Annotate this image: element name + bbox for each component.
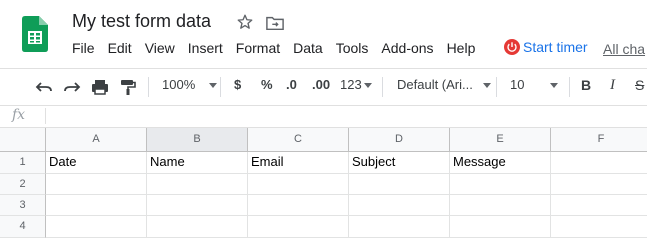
cell-d4[interactable] [349,216,450,238]
column-header-c[interactable]: C [248,128,349,152]
menu-edit[interactable]: Edit [108,40,132,60]
more-formats-label: 123 [340,77,362,92]
move-to-folder-icon[interactable] [266,15,284,31]
formula-bar-divider [45,108,46,124]
paint-format-icon[interactable] [118,77,138,97]
cell-e4[interactable] [450,216,551,238]
cell-f3[interactable] [551,195,647,216]
cell-a2[interactable] [46,174,147,195]
cell-b4[interactable] [147,216,248,238]
redo-icon[interactable] [62,77,82,97]
cell-e3[interactable] [450,195,551,216]
cell-d1[interactable]: Subject [349,152,450,174]
cell-a1[interactable]: Date [46,152,147,174]
increase-decimal-button[interactable]: .00 [312,77,330,92]
chevron-down-icon [550,83,559,89]
cell-a3[interactable] [46,195,147,216]
zoom-value: 100% [162,77,196,92]
print-icon[interactable] [90,77,110,97]
formula-bar: fx [0,105,647,128]
cell-c4[interactable] [248,216,349,238]
menu-format[interactable]: Format [236,40,280,60]
decrease-decimal-label: .0 [286,77,297,92]
sheets-logo-icon[interactable] [22,16,48,52]
start-timer-label: Start timer [523,39,588,55]
column-header-f[interactable]: F [551,128,647,152]
increase-decimal-label: .00 [312,77,331,92]
all-changes-saved-link[interactable]: All cha [603,41,645,57]
toolbar-divider [496,77,497,97]
menu-file[interactable]: File [72,40,95,60]
column-header-a[interactable]: A [46,128,147,152]
chevron-down-icon [363,83,372,89]
menu-bar: File Edit View Insert Format Data Tools … [72,40,488,60]
row-header-4[interactable]: 4 [0,216,46,238]
italic-button[interactable]: I [610,77,615,94]
currency-format-button[interactable]: $ [234,77,241,92]
cell-e2[interactable] [450,174,551,195]
font-family-select[interactable]: Default (Ari... [397,77,491,92]
font-family-value: Default (Ari... [397,77,473,92]
toolbar-divider [148,77,149,97]
chevron-down-icon [482,83,491,89]
cell-c1[interactable]: Email [248,152,349,174]
cell-e1[interactable]: Message [450,152,551,174]
menu-insert[interactable]: Insert [188,40,223,60]
menu-data[interactable]: Data [293,40,323,60]
document-title[interactable]: My test form data [72,11,211,32]
cell-a4[interactable] [46,216,147,238]
menu-tools[interactable]: Tools [336,40,369,60]
row-header-1[interactable]: 1 [0,152,46,174]
cell-f1[interactable] [551,152,647,174]
chevron-down-icon [209,83,218,89]
row-header-3[interactable]: 3 [0,195,46,216]
cell-d3[interactable] [349,195,450,216]
toolbar-divider [382,77,383,97]
column-header-d[interactable]: D [349,128,450,152]
row-header-2[interactable]: 2 [0,174,46,195]
menu-help[interactable]: Help [447,40,476,60]
bold-button[interactable]: B [581,77,591,93]
cell-f4[interactable] [551,216,647,238]
column-header-b[interactable]: B [147,128,248,152]
menu-addons[interactable]: Add-ons [381,40,433,60]
column-header-e[interactable]: E [450,128,551,152]
fx-icon: fx [12,107,26,123]
cell-b2[interactable] [147,174,248,195]
power-icon [504,39,520,55]
cell-b3[interactable] [147,195,248,216]
cell-f2[interactable] [551,174,647,195]
start-timer-button[interactable]: Start timer [504,39,588,55]
zoom-select[interactable]: 100% [162,77,218,92]
font-size-value: 10 [510,77,525,92]
cell-c3[interactable] [248,195,349,216]
formula-input[interactable] [52,105,642,127]
toolbar-divider [569,77,570,97]
cell-b1[interactable]: Name [147,152,248,174]
font-size-select[interactable]: 10 [510,77,559,92]
decrease-decimal-button[interactable]: .0 [286,77,297,92]
menu-view[interactable]: View [145,40,175,60]
toolbar: 100% $ % .0 .00 123 Default (Ari... 10 B… [0,68,647,106]
select-all-corner[interactable] [0,128,46,152]
cell-d2[interactable] [349,174,450,195]
percent-format-button[interactable]: % [261,77,273,92]
strikethrough-button[interactable]: S [635,77,644,93]
star-icon[interactable] [236,13,254,31]
toolbar-divider [220,77,221,97]
cell-c2[interactable] [248,174,349,195]
undo-icon[interactable] [34,77,54,97]
more-formats-select[interactable]: 123 [340,77,372,92]
